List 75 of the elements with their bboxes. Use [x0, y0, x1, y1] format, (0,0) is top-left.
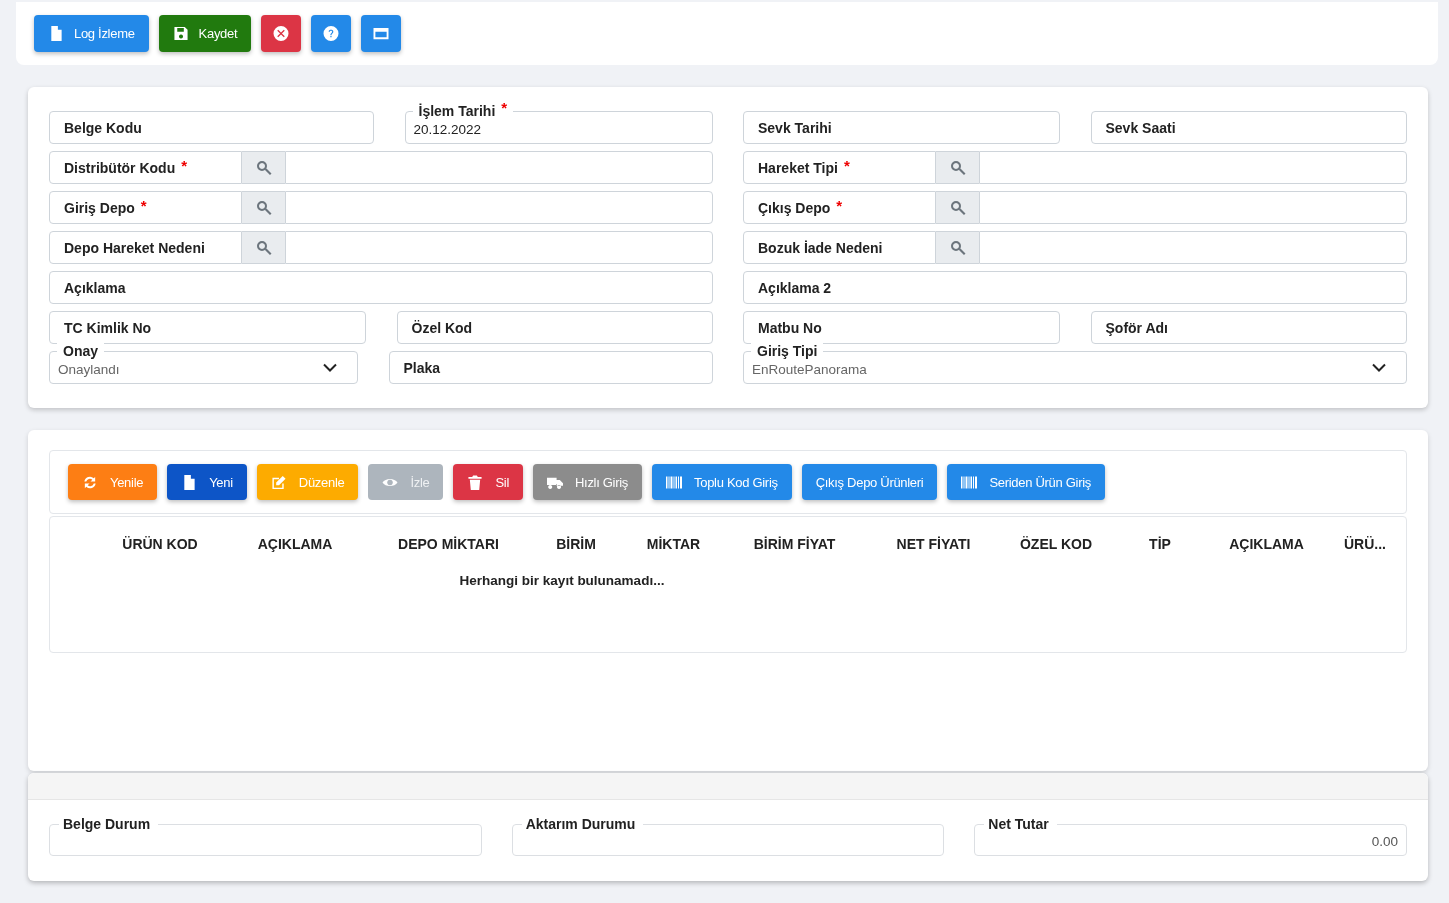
search-button[interactable] [242, 231, 285, 264]
file-icon [181, 474, 198, 490]
column-header[interactable]: DEPO MİKTARI [370, 536, 527, 552]
text-field[interactable]: Özel Kod [396, 311, 713, 344]
search-button[interactable] [936, 191, 979, 224]
input-field[interactable] [979, 191, 1407, 224]
field-label: Depo Hareket Nedeni [64, 239, 205, 256]
search-button[interactable] [936, 151, 979, 184]
input-field[interactable] [979, 231, 1407, 264]
field-label: Giriş Depo [64, 199, 135, 216]
text-field[interactable]: Belge Kodu [49, 111, 374, 144]
refresh-icon [82, 474, 98, 490]
search-button[interactable] [242, 191, 285, 224]
column-header[interactable]: AÇIKLAMA [1208, 536, 1325, 552]
field-label: Hareket Tipi [758, 159, 838, 176]
search-icon [949, 199, 966, 216]
toolbar-button[interactable]: Log İzleme [34, 15, 149, 52]
column-header[interactable]: ÜRÜN KOD [100, 536, 220, 552]
chevron-down-icon [322, 363, 337, 372]
required-mark: * [140, 197, 147, 214]
trash-icon [467, 474, 484, 490]
column-header[interactable]: AÇIKLAMA [220, 536, 370, 552]
text-field[interactable]: Plaka [388, 351, 713, 384]
field-label: Distribütör Kodu [64, 159, 176, 176]
help-button[interactable] [311, 15, 352, 52]
window-button[interactable] [361, 15, 402, 52]
text-field[interactable]: Sevk Tarihi [743, 111, 1060, 144]
column-header[interactable]: ÖZEL KOD [1000, 536, 1112, 552]
text-field[interactable]: Açıklama 2 [743, 271, 1407, 304]
search-icon [255, 199, 272, 216]
field-label: Belge Durum [63, 815, 151, 833]
input-field[interactable] [285, 231, 713, 264]
barcode-icon [961, 474, 978, 490]
edit-icon [270, 474, 287, 490]
column-header[interactable]: BİRİM [527, 536, 625, 552]
column-header[interactable]: NET FİYATI [867, 536, 1000, 552]
field-label: Çıkış Depo [758, 199, 831, 216]
barcode-icon [666, 474, 683, 490]
window-icon [373, 26, 390, 41]
grid-button[interactable]: Sil [453, 464, 523, 500]
empty-message: Herhangi bir kayıt bulunamadı... [459, 573, 665, 588]
text-field[interactable]: Açıklama [49, 271, 713, 304]
input-field[interactable] [979, 151, 1407, 184]
field-label: Bozuk İade Nedeni [758, 239, 883, 256]
close-icon [273, 26, 290, 41]
input-field[interactable] [285, 151, 713, 184]
column-header[interactable]: TİP [1112, 536, 1208, 552]
search-icon [949, 159, 966, 176]
grid-button[interactable]: Yeni [167, 464, 247, 500]
field-label: Aktarım Durumu [525, 815, 636, 833]
search-icon [255, 159, 272, 176]
text-field[interactable]: Matbu No [743, 311, 1060, 344]
grid-button[interactable]: Toplu Kod Giriş [652, 464, 792, 500]
text-field[interactable]: Sevk Saati [1090, 111, 1407, 144]
toolbar-button[interactable]: Kaydet [158, 15, 252, 52]
search-icon [255, 239, 272, 256]
text-field[interactable]: TC Kimlik No [49, 311, 366, 344]
search-button[interactable] [242, 151, 285, 184]
required-mark: * [843, 157, 850, 174]
column-header[interactable]: ÜRÜ... [1325, 536, 1405, 552]
help-icon [323, 26, 340, 41]
column-header[interactable]: BİRİM FİYAT [722, 536, 867, 552]
required-mark: * [836, 197, 843, 214]
field-label: Net Tutar [988, 815, 1049, 833]
input-field[interactable] [285, 191, 713, 224]
chevron-down-icon [1372, 363, 1386, 372]
search-button[interactable] [936, 231, 979, 264]
file-icon [48, 26, 64, 41]
grid-button[interactable]: Seriden Ürün Giriş [947, 464, 1105, 500]
required-mark: * [181, 157, 188, 174]
close-button[interactable] [261, 15, 302, 52]
search-icon [949, 239, 966, 256]
grid-button[interactable]: Çıkış Depo Ürünleri [801, 464, 938, 500]
text-field[interactable]: Şoför Adı [1090, 311, 1407, 344]
column-header[interactable]: MİKTAR [625, 536, 722, 552]
